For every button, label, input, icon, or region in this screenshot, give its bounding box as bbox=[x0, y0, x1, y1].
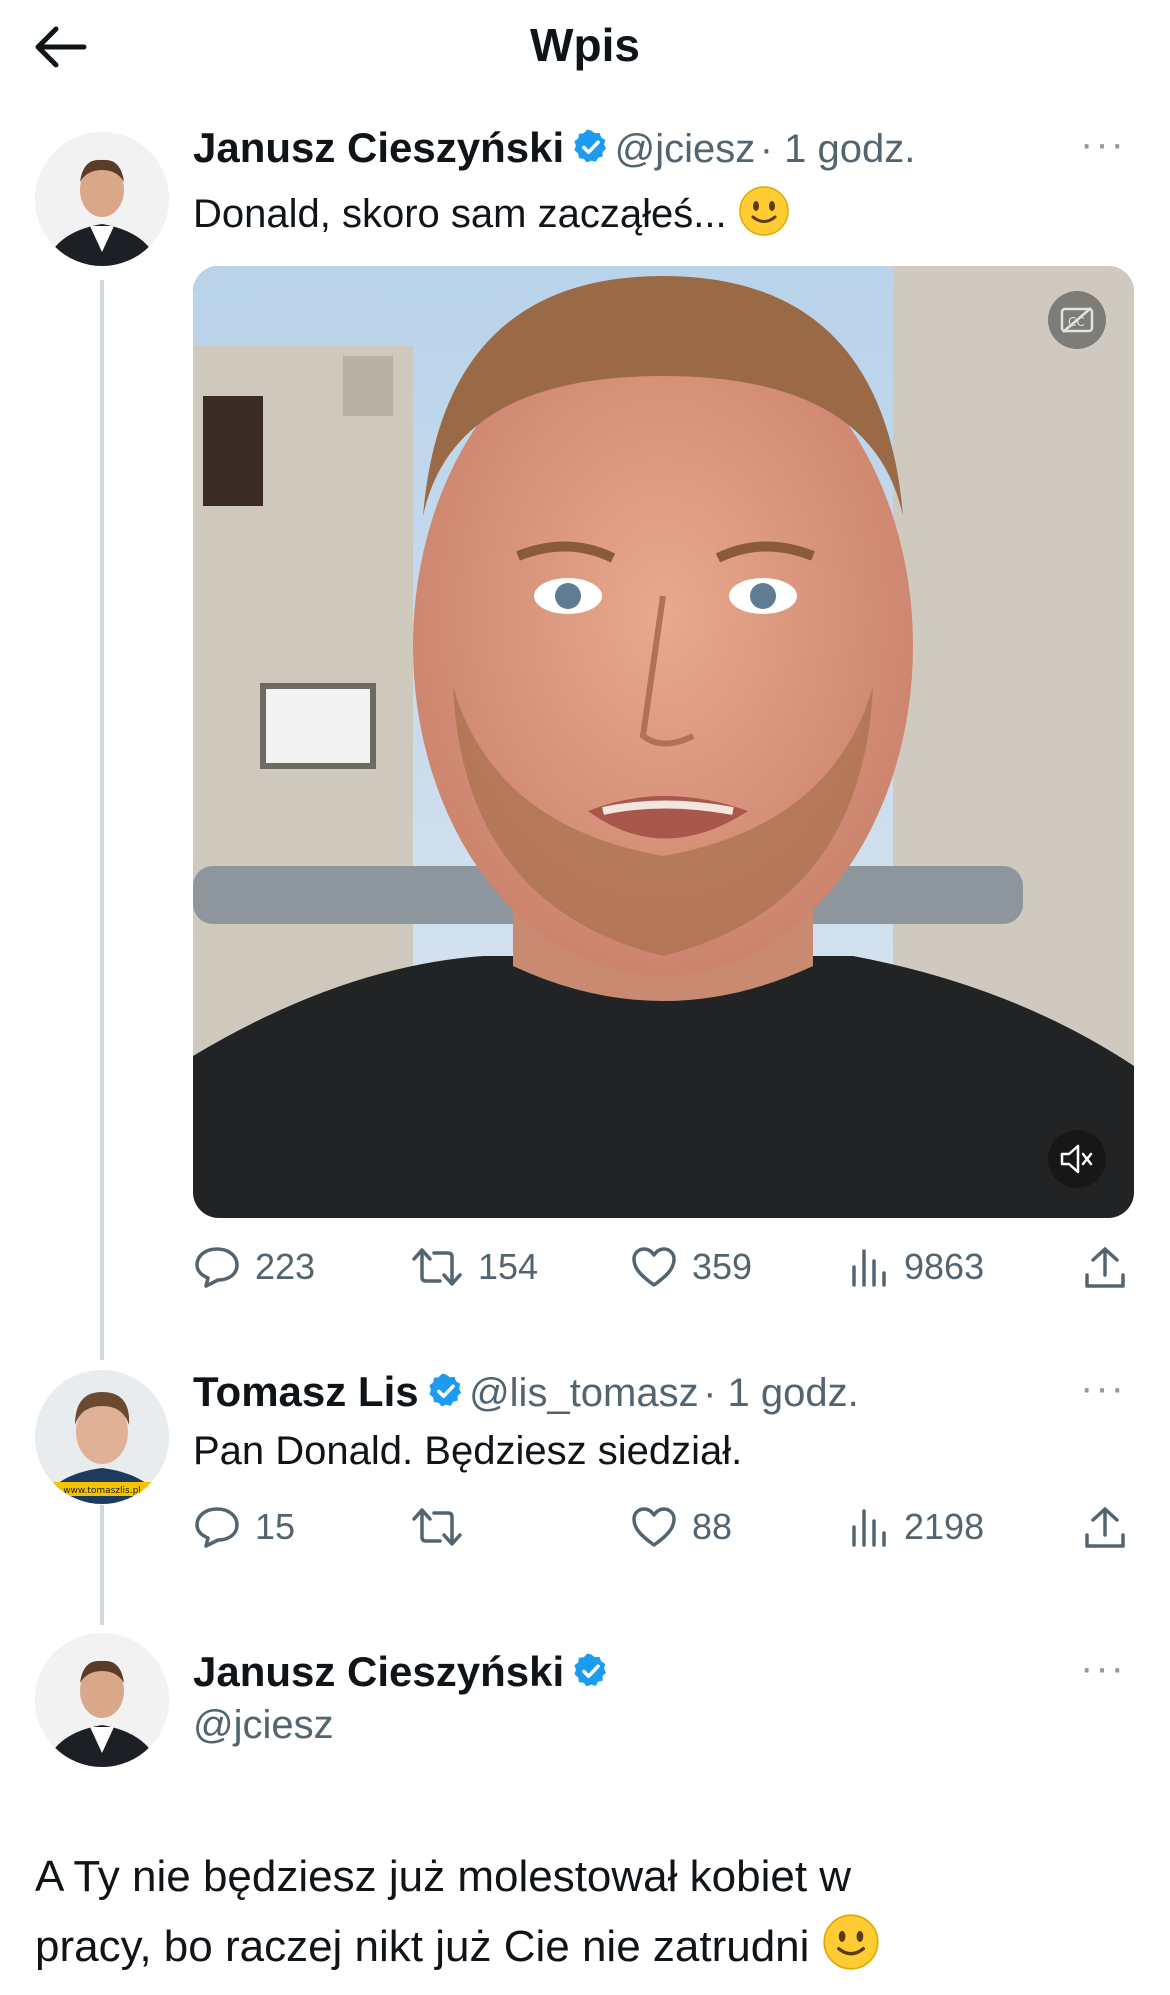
avatar[interactable]: www.tomaszlis.pl bbox=[35, 1370, 169, 1504]
avatar[interactable] bbox=[35, 132, 169, 266]
author-handle[interactable]: @lis_tomasz bbox=[469, 1371, 699, 1415]
closed-captions-off-icon: CC bbox=[1060, 307, 1094, 333]
svg-text:www.tomaszlis.pl: www.tomaszlis.pl bbox=[63, 1486, 141, 1496]
reply-icon bbox=[195, 1507, 239, 1548]
verified-badge-icon bbox=[574, 1653, 607, 1687]
views-count: 2198 bbox=[904, 1506, 985, 1547]
tweet-author-line: Tomasz Lis @lis_tomasz · 1 godz. bbox=[193, 1368, 859, 1416]
share-button[interactable] bbox=[1083, 1245, 1127, 1291]
tweet-text: Pan Donald. Będziesz siedział. bbox=[193, 1429, 743, 1473]
reply-button[interactable]: 223 bbox=[193, 1245, 315, 1289]
author-name[interactable]: Janusz Cieszyński bbox=[193, 124, 564, 171]
heart-icon bbox=[632, 1507, 676, 1547]
tweet-text-line: A Ty nie będziesz już molestował kobiet … bbox=[35, 1852, 852, 1901]
share-upload-icon bbox=[1085, 1507, 1125, 1548]
tweet-text-content: pracy, bo raczej nikt już Cie nie zatrud… bbox=[35, 1922, 810, 1971]
like-button[interactable]: 88 bbox=[630, 1505, 732, 1549]
like-button[interactable]: 359 bbox=[630, 1245, 752, 1289]
thread-line bbox=[100, 1505, 104, 1625]
tweet-author-line: Janusz Cieszyński bbox=[193, 1648, 610, 1696]
thread-line bbox=[100, 280, 104, 1360]
tweet-text-content: Donald, skoro sam zacząłeś... bbox=[193, 192, 727, 236]
speaker-muted-icon bbox=[1060, 1144, 1093, 1174]
mute-button[interactable] bbox=[1048, 1130, 1106, 1188]
more-options-icon[interactable]: ··· bbox=[1080, 1646, 1126, 1691]
captions-button[interactable]: CC bbox=[1048, 291, 1106, 349]
author-handle[interactable]: @jciesz bbox=[615, 127, 756, 171]
tweet-author-line: Janusz Cieszyński @jciesz · 1 godz. bbox=[193, 124, 915, 172]
verified-badge-icon bbox=[574, 129, 607, 163]
reply-count: 223 bbox=[255, 1246, 316, 1287]
author-name[interactable]: Janusz Cieszyński bbox=[193, 1648, 564, 1695]
share-button[interactable] bbox=[1083, 1505, 1127, 1551]
share-upload-icon bbox=[1085, 1247, 1125, 1288]
timestamp[interactable]: · 1 godz. bbox=[703, 1371, 859, 1415]
retweet-button[interactable] bbox=[410, 1505, 478, 1549]
verified-badge-icon bbox=[428, 1373, 461, 1407]
tweet-text: A Ty nie będziesz już molestował kobiet … bbox=[35, 1842, 880, 1982]
video-frame bbox=[193, 266, 1134, 1218]
retweet-icon bbox=[412, 1508, 462, 1546]
retweet-button[interactable]: 154 bbox=[410, 1245, 538, 1289]
slightly-smiling-face-icon bbox=[823, 1914, 879, 1970]
analytics-bar-icon bbox=[852, 1249, 886, 1287]
video-player[interactable]: CC bbox=[193, 266, 1134, 1218]
author-handle[interactable]: @jciesz bbox=[193, 1703, 334, 1748]
analytics-bar-icon bbox=[852, 1509, 886, 1547]
retweet-icon bbox=[412, 1248, 462, 1286]
views-button[interactable]: 2198 bbox=[848, 1505, 984, 1549]
views-count: 9863 bbox=[904, 1246, 985, 1287]
more-options-icon[interactable]: ··· bbox=[1080, 1366, 1126, 1411]
tweet-text-line: pracy, bo raczej nikt już Cie nie zatrud… bbox=[35, 1912, 880, 1982]
reply-button[interactable]: 15 bbox=[193, 1505, 295, 1549]
tweet-text: Donald, skoro sam zacząłeś... bbox=[193, 185, 790, 240]
reply-count: 15 bbox=[255, 1506, 296, 1547]
avatar[interactable] bbox=[35, 1633, 169, 1767]
author-name[interactable]: Tomasz Lis bbox=[193, 1368, 419, 1415]
reply-icon bbox=[195, 1247, 239, 1288]
like-count: 88 bbox=[692, 1506, 733, 1547]
heart-icon bbox=[632, 1247, 676, 1287]
timestamp[interactable]: · 1 godz. bbox=[760, 127, 916, 171]
views-button[interactable]: 9863 bbox=[848, 1245, 984, 1289]
more-options-icon[interactable]: ··· bbox=[1080, 122, 1126, 167]
like-count: 359 bbox=[692, 1246, 753, 1287]
retweet-count: 154 bbox=[478, 1246, 539, 1287]
slightly-smiling-face-icon bbox=[738, 186, 789, 236]
page-title: Wpis bbox=[530, 19, 640, 71]
